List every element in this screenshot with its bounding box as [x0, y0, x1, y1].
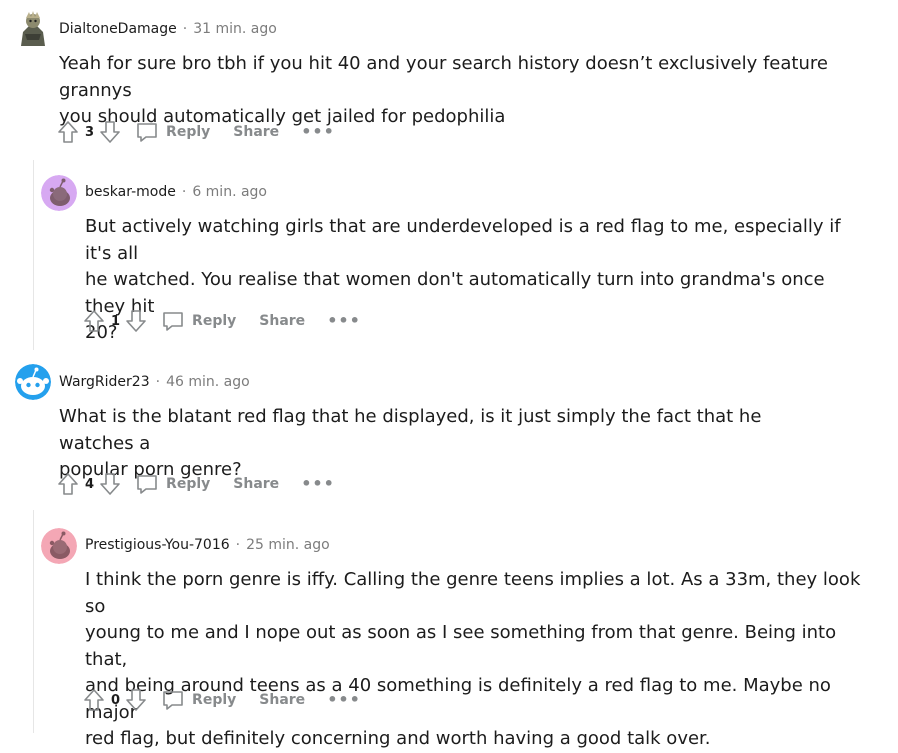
avatar[interactable] — [41, 528, 77, 564]
reply-button[interactable]: Reply — [192, 313, 236, 329]
comment-header: Prestigious-You-7016 · 25 min. ago — [85, 537, 330, 553]
share-button[interactable]: Share — [259, 313, 305, 329]
comment-header: beskar-mode · 6 min. ago — [85, 184, 267, 200]
username[interactable]: Prestigious-You-7016 — [85, 537, 230, 553]
upvote-icon[interactable] — [57, 120, 79, 144]
timestamp[interactable]: 25 min. ago — [246, 537, 330, 553]
more-options-icon[interactable]: ••• — [327, 313, 361, 329]
comment-actions: 1 Reply Share ••• — [83, 309, 361, 333]
meta-separator: · — [155, 374, 161, 390]
meta-separator: · — [235, 537, 241, 553]
share-button[interactable]: Share — [233, 476, 279, 492]
more-options-icon[interactable]: ••• — [301, 124, 335, 140]
downvote-icon[interactable] — [125, 309, 147, 333]
avatar[interactable] — [15, 10, 51, 46]
timestamp[interactable]: 31 min. ago — [193, 21, 277, 37]
comment-bubble-icon[interactable] — [161, 688, 185, 712]
vote-count: 0 — [111, 692, 121, 708]
username[interactable]: WargRider23 — [59, 374, 150, 390]
share-button[interactable]: Share — [233, 124, 279, 140]
timestamp[interactable]: 46 min. ago — [166, 374, 250, 390]
comment-header: WargRider23 · 46 min. ago — [59, 374, 250, 390]
share-button[interactable]: Share — [259, 692, 305, 708]
reply-button[interactable]: Reply — [166, 476, 210, 492]
vote-count: 1 — [111, 313, 121, 329]
downvote-icon[interactable] — [125, 688, 147, 712]
comment-actions: 3 Reply Share ••• — [57, 120, 335, 144]
comment-bubble-icon[interactable] — [161, 309, 185, 333]
comment-bubble-icon[interactable] — [135, 120, 159, 144]
more-options-icon[interactable]: ••• — [301, 476, 335, 492]
thread-line[interactable] — [33, 510, 34, 733]
reply-button[interactable]: Reply — [166, 124, 210, 140]
comment-text-line: What is the blatant red flag that he dis… — [59, 406, 762, 454]
username[interactable]: beskar-mode — [85, 184, 176, 200]
comment-text-line: But actively watching girls that are und… — [85, 216, 841, 264]
comment-text-line: I think the porn genre is iffy. Calling … — [85, 569, 861, 617]
meta-separator: · — [181, 184, 187, 200]
more-options-icon[interactable]: ••• — [327, 692, 361, 708]
comment-bubble-icon[interactable] — [135, 472, 159, 496]
thread-line[interactable] — [33, 160, 34, 350]
upvote-icon[interactable] — [83, 309, 105, 333]
avatar[interactable] — [41, 175, 77, 211]
comment-text-line: young to me and I nope out as soon as I … — [85, 622, 837, 670]
comment-text-line: Yeah for sure bro tbh if you hit 40 and … — [59, 53, 828, 101]
avatar[interactable] — [15, 364, 51, 400]
username[interactable]: DialtoneDamage — [59, 21, 177, 37]
comment-actions: 4 Reply Share ••• — [57, 472, 335, 496]
vote-count: 3 — [85, 124, 95, 140]
comment-header: DialtoneDamage · 31 min. ago — [59, 21, 277, 37]
comment-body: I think the porn genre is iffy. Calling … — [85, 567, 865, 753]
comment-actions: 0 Reply Share ••• — [83, 688, 361, 712]
meta-separator: · — [182, 21, 188, 37]
upvote-icon[interactable] — [83, 688, 105, 712]
vote-count: 4 — [85, 476, 95, 492]
reply-button[interactable]: Reply — [192, 692, 236, 708]
upvote-icon[interactable] — [57, 472, 79, 496]
timestamp[interactable]: 6 min. ago — [192, 184, 267, 200]
comment-text-line: red flag, but definitely concerning and … — [85, 728, 711, 749]
comment-body: Yeah for sure bro tbh if you hit 40 and … — [59, 51, 839, 131]
downvote-icon[interactable] — [99, 472, 121, 496]
downvote-icon[interactable] — [99, 120, 121, 144]
